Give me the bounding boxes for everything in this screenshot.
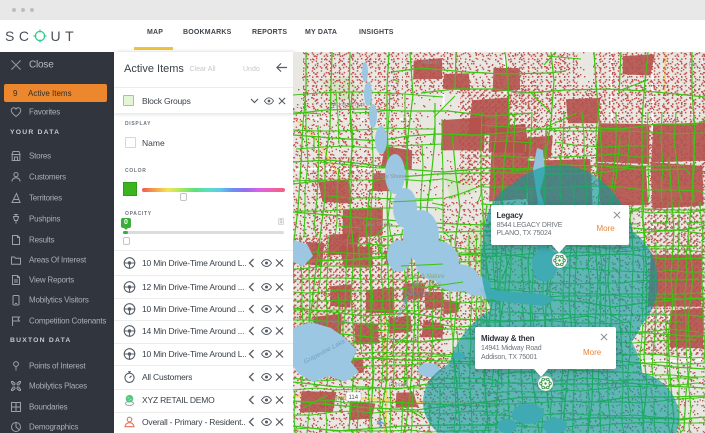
svg-text:Hickory Creek: Hickory Creek bbox=[331, 102, 366, 108]
svg-text:Shady Shores: Shady Shores bbox=[373, 174, 408, 180]
svg-text:Pla: Pla bbox=[689, 62, 698, 68]
svg-text:Flower Mound: Flower Mound bbox=[311, 320, 349, 326]
svg-text:LLELA Nature: LLELA Nature bbox=[407, 274, 445, 280]
svg-text:Hebron: Hebron bbox=[421, 60, 439, 66]
svg-text:Lake Dallas: Lake Dallas bbox=[363, 222, 392, 228]
svg-text:Plano: Plano bbox=[649, 312, 665, 318]
svg-text:114: 114 bbox=[349, 395, 359, 401]
svg-text:Plano: Plano bbox=[511, 90, 525, 96]
svg-text:Coppell: Coppell bbox=[389, 382, 408, 388]
svg-text:✈: ✈ bbox=[374, 418, 388, 428]
svg-text:Preserve: Preserve bbox=[417, 282, 442, 288]
